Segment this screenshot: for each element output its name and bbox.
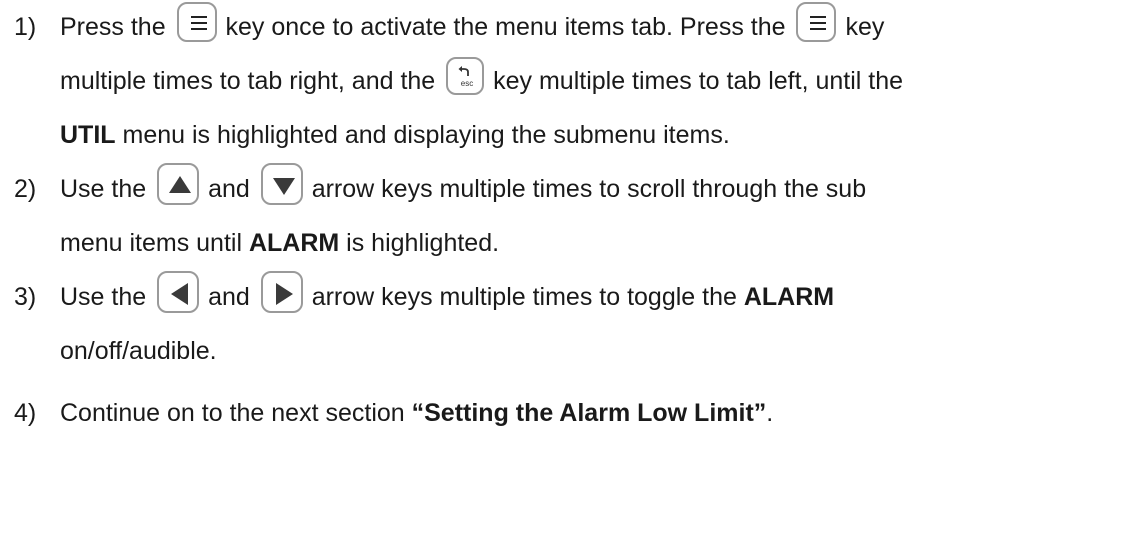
step-text: on/off/audible.	[60, 337, 217, 365]
step-text: and	[208, 175, 250, 203]
step-text: Press the	[60, 13, 166, 41]
step-text: .	[766, 399, 774, 427]
step-text: key once to activate the menu items tab.…	[225, 13, 786, 41]
step-number: 1)	[14, 13, 37, 41]
step-text: is highlighted.	[339, 229, 500, 257]
step-number: 3)	[14, 283, 37, 311]
step-text: arrow keys multiple times to scroll thro…	[311, 175, 867, 203]
step-3: 3) Use the and arrow keys multiple times…	[14, 270, 1144, 378]
menu-key-icon	[176, 2, 217, 43]
step-number: 4)	[14, 399, 37, 427]
step-text: menu items until	[60, 229, 249, 257]
step-text: Use the	[60, 283, 147, 311]
right-arrow-key-icon	[260, 271, 303, 314]
step-text: arrow keys multiple times to toggle the	[311, 283, 744, 311]
step-text: Use the	[60, 175, 147, 203]
down-arrow-key-icon	[260, 163, 303, 206]
step-text: multiple times to tab right, and the	[60, 67, 436, 95]
step-1: 1) Press the key once to activate the me…	[14, 0, 1144, 162]
step-4: 4) Continue on to the next section “Sett…	[14, 386, 1144, 440]
step-text: key multiple times to tab left, until th…	[493, 67, 904, 95]
esc-label: esc	[461, 79, 473, 88]
section-reference: “Setting the Alarm Low Limit”	[411, 399, 767, 427]
alarm-item-name: ALARM	[743, 283, 835, 311]
alarm-item-name: ALARM	[248, 229, 340, 257]
up-arrow-key-icon	[157, 163, 200, 206]
step-number: 2)	[14, 175, 37, 203]
esc-key-icon: esc	[446, 57, 485, 96]
step-text: Continue on to the next section	[60, 399, 412, 427]
step-2: 2) Use the and arrow keys multiple times…	[14, 162, 1144, 270]
menu-key-icon	[796, 2, 837, 43]
step-text: menu is highlighted and displaying the s…	[115, 121, 730, 149]
util-menu-name: UTIL	[60, 121, 116, 149]
step-text: and	[208, 283, 250, 311]
step-text: key	[845, 13, 885, 41]
left-arrow-key-icon	[157, 271, 200, 314]
